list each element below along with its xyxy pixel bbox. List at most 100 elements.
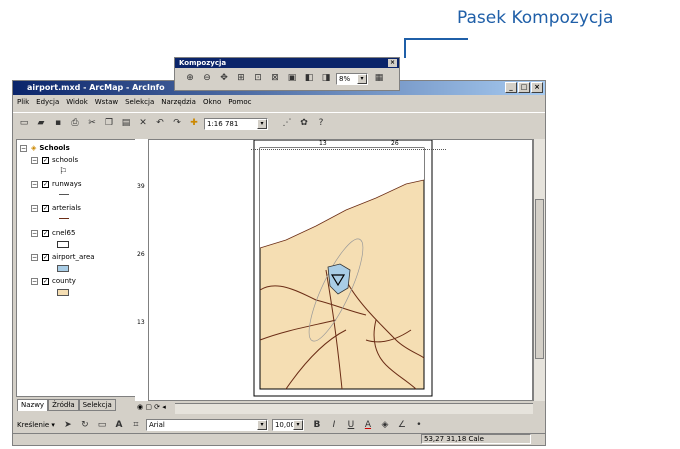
drawing-menu[interactable]: Kreślenie ▾ [17,421,55,429]
tab-names[interactable]: Nazwy [17,399,49,411]
back-extent-icon[interactable]: ◧ [302,72,316,85]
toc-layer-arterials[interactable]: − ✓ arterials [31,204,81,212]
checkbox-icon[interactable]: ✓ [42,156,49,164]
page-canvas [136,140,532,400]
add-data-icon[interactable]: ✚ [187,117,201,130]
checkbox-icon[interactable]: ✓ [42,204,49,212]
collapse-icon[interactable]: − [31,229,38,237]
scale-value: 1:16 781 [207,119,239,128]
toggle-draft-icon[interactable]: ▦ [372,72,386,85]
menu-tools[interactable]: Narzędzia [161,98,196,112]
edit-vertices-icon[interactable]: ⌗ [129,419,143,432]
chevron-down-icon[interactable]: ▾ [257,118,267,129]
layout-view[interactable] [135,139,533,401]
toc-layer-runways[interactable]: − ✓ runways [31,180,82,188]
line-color-icon[interactable]: ∠ [395,419,409,432]
checkbox-icon[interactable]: ✓ [42,229,49,237]
menu-edit[interactable]: Edycja [36,98,59,112]
collapse-icon[interactable]: − [31,156,38,164]
copy-icon[interactable]: ❐ [102,117,116,130]
font-select[interactable]: Arial ▾ [145,419,268,431]
menu-insert[interactable]: Wstaw [95,98,118,112]
italic-button[interactable]: I [327,419,341,432]
collapse-icon[interactable]: − [31,204,38,212]
collapse-icon[interactable]: − [31,180,38,188]
redo-icon[interactable]: ↷ [170,117,184,130]
undo-icon[interactable]: ↶ [153,117,167,130]
toc-root[interactable]: − ◈ Schools [20,144,70,152]
close-button[interactable]: × [531,82,543,93]
callout-label: Pasek Kompozycja [457,8,614,28]
new-text-icon[interactable]: A [112,419,126,432]
vertical-scrollbar[interactable] [533,139,545,401]
horizontal-scrollbar[interactable] [175,403,533,414]
close-icon[interactable]: × [388,59,397,67]
tab-selection[interactable]: Selekcja [78,399,116,411]
font-color-button[interactable]: A [361,419,375,432]
zoom-whole-page-icon[interactable]: ⊞ [234,72,248,85]
collapse-icon[interactable]: − [20,144,27,152]
open-icon[interactable]: ▰ [34,117,48,130]
checkbox-icon[interactable]: ✓ [42,253,49,261]
layer-label: county [52,277,76,285]
paste-icon[interactable]: ▤ [119,117,133,130]
chevron-down-icon[interactable]: ▾ [357,73,367,84]
marker-color-icon[interactable]: • [412,419,426,432]
layout-toolbar-title[interactable]: Kompozycja × [175,58,399,68]
zoom-100-icon[interactable]: ▣ [285,72,299,85]
delete-icon[interactable]: ✕ [136,117,150,130]
whats-this-icon[interactable]: ? [314,117,328,130]
collapse-icon[interactable]: − [31,277,38,285]
print-icon[interactable]: ⎙ [68,117,82,130]
cut-icon[interactable]: ✂ [85,117,99,130]
underline-button[interactable]: U [344,419,358,432]
line-symbol [59,218,69,219]
flag-symbol-icon: ⚐ [59,167,68,177]
menu-selection[interactable]: Selekcja [125,98,154,112]
menu-help[interactable]: Pomoc [228,98,251,112]
select-arrow-icon[interactable]: ➤ [61,419,75,432]
scale-input[interactable]: 1:16 781 ▾ [204,117,268,130]
new-icon[interactable]: ▭ [17,117,31,130]
fixed-zoom-out-icon[interactable]: ⊠ [268,72,282,85]
scroll-thumb[interactable] [535,199,544,359]
layer-label: schools [52,156,79,164]
view-toggle-icons[interactable]: ◉ ▢ ⟳ ◂ [137,403,166,411]
layout-toolbar[interactable]: Kompozycja × ⊕ ⊖ ✥ ⊞ ⊡ ⊠ ▣ ◧ ◨ 8% ▾ ▦ [174,57,400,91]
toc-layer-cnel65[interactable]: − ✓ cnel65 [31,229,75,237]
rectangle-icon[interactable]: ▭ [95,419,109,432]
bold-button[interactable]: B [310,419,324,432]
zoom-out-icon[interactable]: ⊖ [200,72,214,85]
toc-layer-schools[interactable]: − ✓ schools [31,156,78,164]
rotate-icon[interactable]: ↻ [78,419,92,432]
minimize-button[interactable]: _ [505,82,517,93]
font-value: Arial [148,421,165,429]
line-symbol [59,194,69,195]
standard-toolbar: ▭ ▰ ▪ ⎙ ✂ ❐ ▤ ✕ ↶ ↷ ✚ 1:16 781 ▾ ⋰ ✿ ? [17,117,331,130]
toc-layer-county[interactable]: − ✓ county [31,277,76,285]
zoom-in-icon[interactable]: ⊕ [183,72,197,85]
forward-extent-icon[interactable]: ◨ [319,72,333,85]
zoom-percent-select[interactable]: 8% ▾ [336,72,368,85]
chevron-down-icon[interactable]: ▾ [256,420,267,430]
pan-icon[interactable]: ✥ [217,72,231,85]
menu-file[interactable]: Plik [17,98,29,112]
editor-icon[interactable]: ⋰ [280,117,294,130]
layer-label: cnel65 [52,229,76,237]
menu-window[interactable]: Okno [203,98,221,112]
fill-color-icon[interactable]: ◈ [378,419,392,432]
fixed-zoom-in-icon[interactable]: ⊡ [251,72,265,85]
menu-view[interactable]: Widok [66,98,88,112]
horizontal-ruler: 13 26 [251,140,446,150]
tab-sources[interactable]: Źródła [48,399,79,411]
save-icon[interactable]: ▪ [51,117,65,130]
checkbox-icon[interactable]: ✓ [42,277,49,285]
checkbox-icon[interactable]: ✓ [42,180,49,188]
font-size-select[interactable]: 10,00 ▾ [271,419,304,431]
maximize-button[interactable]: □ [518,82,530,93]
chevron-down-icon[interactable]: ▾ [292,420,303,430]
arctoolbox-icon[interactable]: ✿ [297,117,311,130]
ruler-tick-label: 39 [137,183,145,190]
collapse-icon[interactable]: − [31,253,38,261]
toc-layer-airport-area[interactable]: − ✓ airport_area [31,253,95,261]
